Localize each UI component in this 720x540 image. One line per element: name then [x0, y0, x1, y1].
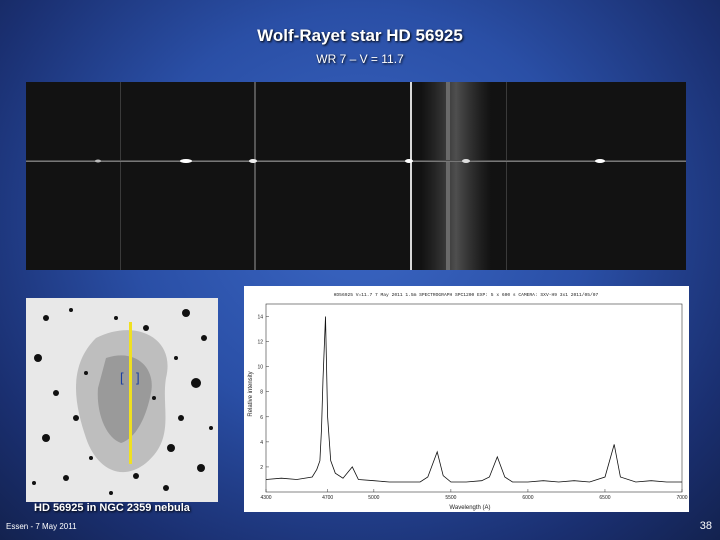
y-tick-label: 12 [257, 340, 263, 346]
svg-text:[: [ [120, 370, 124, 385]
x-tick-label: 5500 [445, 495, 456, 501]
plot-header: HD56925 V=11.7 7 May 2011 1.5m SPECTROGR… [334, 292, 599, 298]
page-number: 38 [699, 520, 712, 532]
y-axis-label: Relative intensity [248, 371, 254, 416]
slide-title: Wolf-Rayet star HD 56925 [257, 26, 463, 45]
x-tick-label: 6000 [522, 495, 533, 501]
footer-date: Essen - 7 May 2011 [6, 522, 77, 531]
y-tick-label: 10 [257, 365, 263, 371]
nebula-image: [ ] [26, 298, 218, 502]
image-caption: HD 56925 in NGC 2359 nebula [34, 502, 190, 514]
raw-spectrum-image [26, 82, 686, 270]
x-tick-label: 4700 [322, 495, 333, 501]
y-tick-label: 4 [260, 440, 263, 446]
svg-text:]: ] [136, 370, 140, 385]
x-tick-label: 5000 [368, 495, 379, 501]
y-tick-label: 6 [260, 415, 263, 421]
spectrum-plot: HD56925 V=11.7 7 May 2011 1.5m SPECTROGR… [244, 286, 689, 512]
y-tick-label: 2 [260, 465, 263, 471]
x-axis-label: Wavelength (A) [449, 505, 490, 511]
x-tick-label: 6500 [599, 495, 610, 501]
y-tick-label: 14 [257, 315, 263, 321]
x-tick-label: 7000 [676, 495, 687, 501]
x-tick-label: 4300 [260, 495, 271, 501]
slide-subtitle: WR 7 – V = 11.7 [316, 52, 404, 66]
y-tick-label: 8 [260, 390, 263, 396]
